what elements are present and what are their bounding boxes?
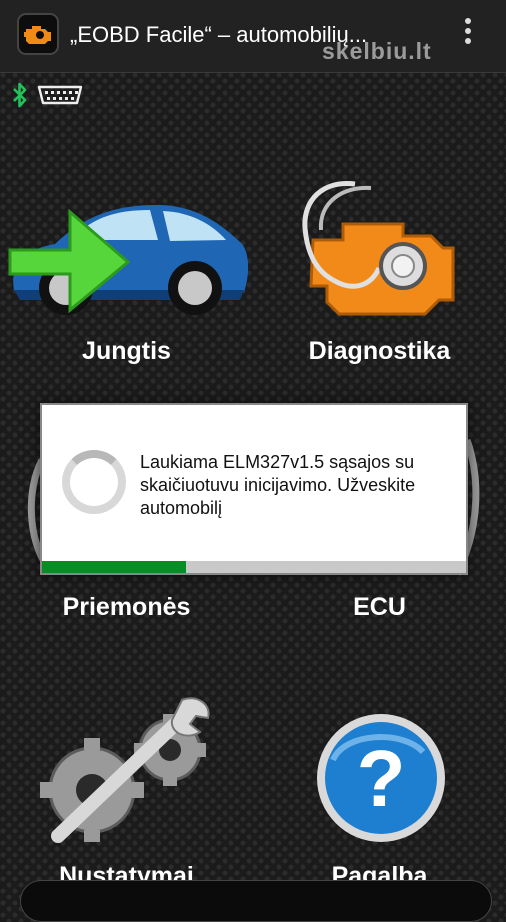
svg-text:?: ?	[357, 734, 406, 823]
loading-spinner-icon	[62, 450, 126, 514]
bottom-navigation-bar	[20, 880, 492, 922]
settings-gears-icon	[40, 697, 210, 843]
help-icon: ?	[317, 714, 445, 842]
tile-pagalba[interactable]: ? Pagalba	[253, 690, 506, 900]
tile-label-diagnostika: Diagnostika	[308, 337, 451, 365]
bluetooth-icon	[13, 82, 27, 108]
overflow-menu-icon[interactable]	[458, 14, 478, 54]
tile-diagnostika[interactable]: Diagnostika	[253, 180, 506, 380]
progress-bar-fill	[42, 561, 187, 573]
app-bar: „EOBD Facile“ – automobilių... skelbiu.l…	[0, 0, 506, 73]
tile-jungtis[interactable]: Jungtis	[0, 180, 253, 380]
tile-label-jungtis: Jungtis	[82, 337, 171, 365]
connection-progress-dialog: Laukiama ELM327v1.5 sąsajos su skaičiuot…	[40, 403, 468, 575]
dialog-message: Laukiama ELM327v1.5 sąsajos su skaičiuot…	[140, 452, 416, 518]
engine-check-icon[interactable]	[17, 13, 59, 55]
obd-adapter-icon	[37, 85, 83, 105]
car-connect-icon	[8, 204, 249, 315]
progress-bar	[42, 561, 466, 573]
connection-status	[8, 80, 88, 117]
tile-nustatymai[interactable]: Nustatymai	[0, 690, 253, 900]
engine-stethoscope-icon	[302, 181, 455, 316]
tile-label-ecu: ECU	[353, 593, 406, 621]
watermark: skelbiu.lt	[322, 38, 432, 64]
tile-label-priemones: Priemonės	[62, 593, 191, 621]
